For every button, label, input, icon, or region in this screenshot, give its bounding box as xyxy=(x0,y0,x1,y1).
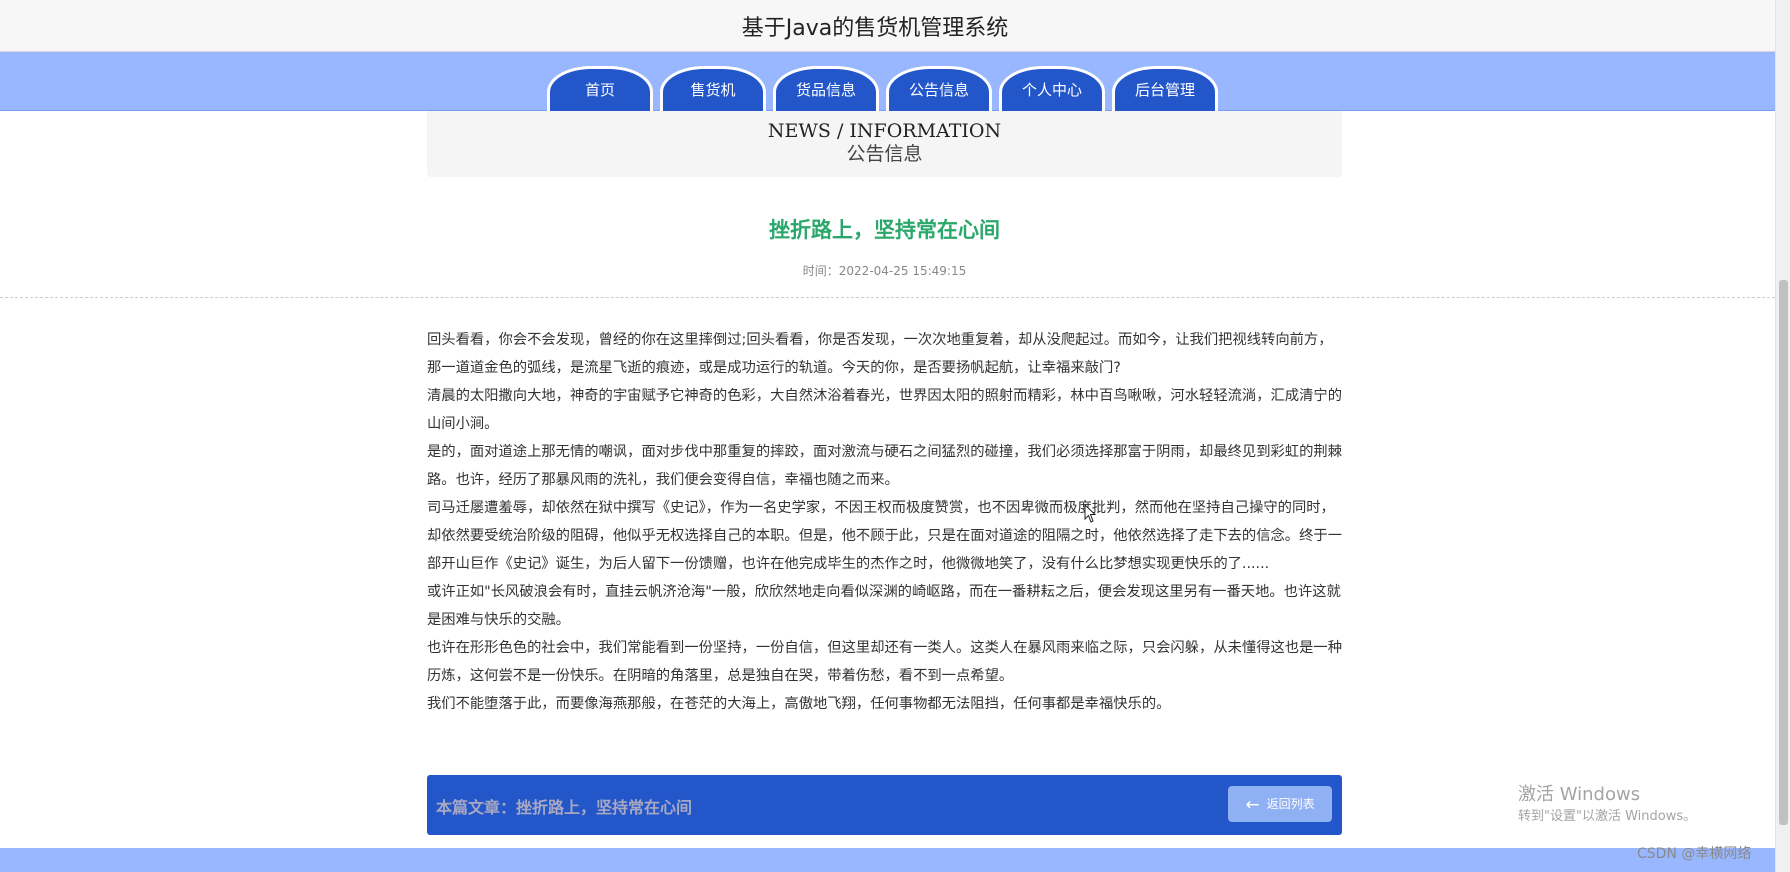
current-article-label: 本篇文章： xyxy=(436,798,517,817)
arrow-left-icon: ← xyxy=(1245,795,1260,815)
main-nav: 首页 售货机 货品信息 公告信息 个人中心 后台管理 xyxy=(0,52,1775,111)
article-footer-bar: 本篇文章：挫折路上，坚持常在心间 ← 返回列表 xyxy=(427,775,1342,835)
nav-tab-home[interactable]: 首页 xyxy=(547,66,653,111)
article-paragraph: 清晨的太阳撒向大地，神奇的宇宙赋予它神奇的色彩，大自然沐浴着春光，世界因太阳的照… xyxy=(427,388,1342,432)
news-header-english: NEWS / INFORMATION xyxy=(767,120,1002,142)
article-paragraph: 也许在形形色色的社会中，我们常能看到一份坚持，一份自信，但这里却还有一类人。这类… xyxy=(427,640,1342,684)
current-article-title: 挫折路上，坚持常在心间 xyxy=(516,798,693,817)
article-paragraph: 司马迁屡遭羞辱，却依然在狱中撰写《史记》，作为一名史学家，不因王权而极度赞赏，也… xyxy=(427,500,1342,572)
news-section-header: NEWS / INFORMATION 公告信息 xyxy=(427,111,1342,177)
nav-tab-admin[interactable]: 后台管理 xyxy=(1112,66,1218,111)
vertical-scrollbar[interactable] xyxy=(1775,0,1790,872)
top-header: 基于Java的售货机管理系统 xyxy=(0,0,1775,52)
article-paragraph: 我们不能堕落于此，而要像海燕那般，在苍茫的大海上，高傲地飞翔，任何事物都无法阻挡… xyxy=(427,696,1171,712)
nav-tab-vending-machine[interactable]: 售货机 xyxy=(660,66,766,111)
article-body: 回头看看，你会不会发现，曾经的你在这里摔倒过;回头看看，你是否发现，一次次地重复… xyxy=(427,326,1342,718)
article-time-value: 2022-04-25 15:49:15 xyxy=(838,264,967,278)
back-to-list-button[interactable]: ← 返回列表 xyxy=(1228,786,1332,822)
current-article-caption: 本篇文章：挫折路上，坚持常在心间 xyxy=(436,794,692,818)
csdn-watermark: CSDN @幸横网络 xyxy=(1637,846,1752,862)
page-footer-strip xyxy=(0,848,1775,872)
dashed-divider xyxy=(0,297,1775,298)
article-paragraph: 或许正如"长风破浪会有时，直挂云帆济沧海"一般，欣欣然地走向看似深渊的崎岖路，而… xyxy=(427,584,1341,628)
article-meta: 时间：2022-04-25 15:49:15 xyxy=(427,262,1342,279)
mouse-cursor-icon xyxy=(1084,504,1096,523)
article-time-label: 时间： xyxy=(802,264,839,278)
watermark-line1: 激活 Windows xyxy=(1518,784,1641,805)
news-header-chinese: 公告信息 xyxy=(846,143,923,165)
site-title: 基于Java的售货机管理系统 xyxy=(741,16,1009,41)
article-title: 挫折路上，坚持常在心间 xyxy=(769,218,1000,242)
page: 基于Java的售货机管理系统 首页 售货机 货品信息 公告信息 个人中心 后台管… xyxy=(0,0,1790,872)
windows-activation-watermark: 激活 Windows 转到"设置"以激活 Windows。 xyxy=(1518,783,1696,827)
nav-tab-goods-info[interactable]: 货品信息 xyxy=(773,66,879,111)
nav-tab-announcements[interactable]: 公告信息 xyxy=(886,66,992,111)
back-to-list-label: 返回列表 xyxy=(1266,797,1315,811)
nav-tab-list: 首页 售货机 货品信息 公告信息 个人中心 后台管理 xyxy=(547,66,1225,111)
article-paragraph: 回头看看，你会不会发现，曾经的你在这里摔倒过;回头看看，你是否发现，一次次地重复… xyxy=(427,332,1333,376)
scrollbar-thumb[interactable] xyxy=(1779,280,1788,825)
article-paragraph: 是的，面对道途上那无情的嘲讽，面对步伐中那重复的摔跤，面对激流与硬石之间猛烈的碰… xyxy=(427,444,1342,488)
watermark-line2: 转到"设置"以激活 Windows。 xyxy=(1518,809,1697,824)
nav-tab-personal-center[interactable]: 个人中心 xyxy=(999,66,1105,111)
